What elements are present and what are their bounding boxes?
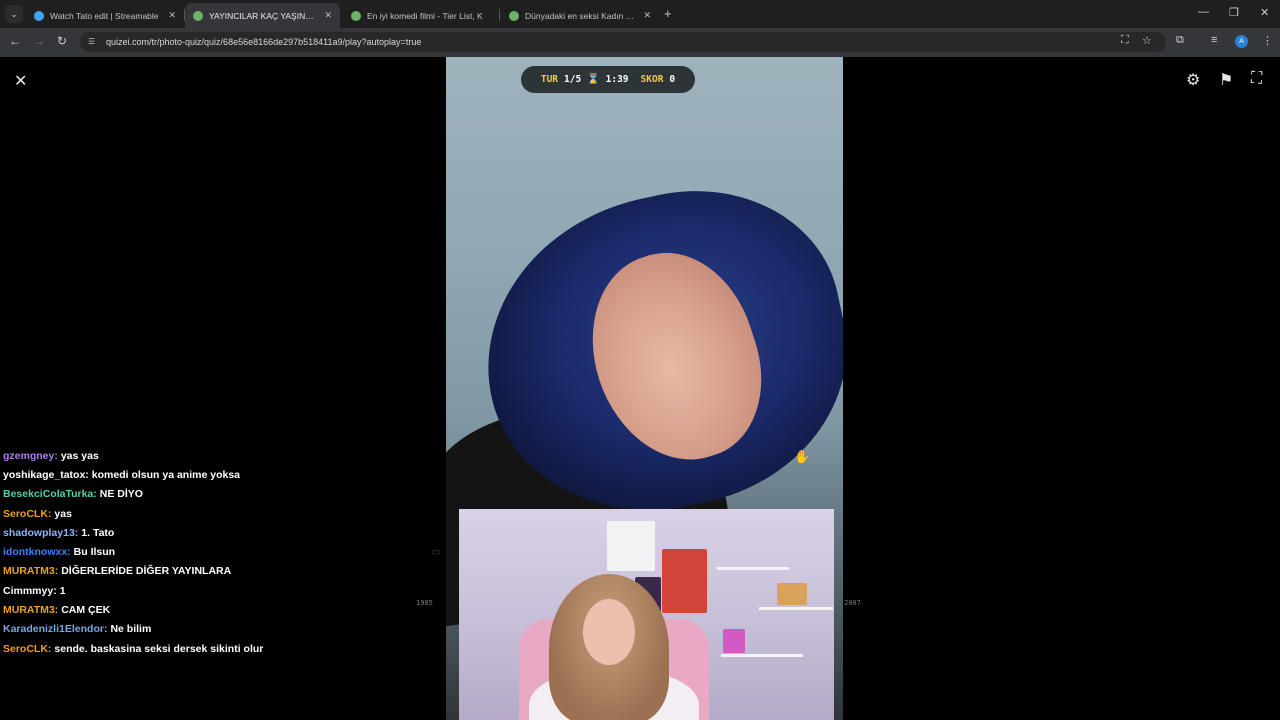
tab-divider [499,9,500,21]
tab-title: Dünyadaki en seksi Kadın kim - [525,10,638,21]
site-info-icon[interactable]: ☰ [88,37,98,47]
new-tab-button[interactable]: + [664,6,672,21]
wall-poster [607,521,655,571]
tab-search-button[interactable]: ⌄ [5,5,23,23]
chat-message: BesekciColaTurka: NE DİYO [3,485,303,504]
round-value: 1/5 [564,74,582,85]
shelf-figure [723,629,745,653]
score-label: SKOR [640,74,664,85]
chat-text: CAM ÇEK [61,604,111,617]
chat-message: idontknowxx: Bu Ilsun [3,543,303,562]
back-button[interactable]: ← [9,34,21,48]
profile-avatar[interactable]: A [1235,35,1248,48]
chat-username: Cimmmyy: [3,584,57,597]
tab-world[interactable]: Dünyadaki en seksi Kadın kim - ✕ [501,3,659,28]
close-quiz-icon[interactable]: ✕ [14,71,27,91]
chat-username: Karadenizli1Elendor: [3,623,108,636]
url-text: quizei.com/tr/photo-quiz/quiz/68e56e8166… [106,37,422,47]
chat-text: 1 [59,584,66,597]
chat-text: yas [54,507,72,520]
person-face [583,599,635,665]
chat-message: Karadenizli1Elendor: Ne bilim [3,620,303,639]
media-control-icon[interactable]: ≡ [1211,34,1217,46]
round-label: TUR [540,74,559,85]
tab-comedy[interactable]: En iyi komedi filmi - Tier List, K [343,3,498,28]
minimize-button[interactable]: — [1198,6,1209,18]
year-slider-max: 2007 [844,599,861,607]
close-icon[interactable]: ✕ [168,10,176,21]
chat-message: gzemgney: yas yas [3,452,303,466]
chat-message: MURATM3: DİĞERLERİDE DİĞER YAYINLARA [3,562,303,581]
chat-username: BesekciColaTurka: [3,488,97,501]
forward-button[interactable]: → [33,34,45,48]
quiz-status-bar: TUR 1/5 ⌛ 1:39 SKOR 0 [521,66,695,93]
calendar-icon: ▭ [431,547,441,558]
wall-poster [662,549,707,613]
chat-text: komedi olsun ya anime yoksa [91,469,241,481]
close-icon[interactable]: ✕ [324,10,332,21]
streamable-favicon-icon [34,10,44,21]
wall-shelf [721,654,803,657]
hourglass-icon: ⌛ [587,74,600,85]
quizei-favicon-icon [193,10,203,21]
tab-title: En iyi komedi filmi - Tier List, K [367,10,483,21]
chat-message: SeroCLK: yas [3,505,303,524]
extensions-icon[interactable]: ⧉ [1176,34,1184,47]
chat-message: Cimmmyy: 1 [3,582,303,601]
chat-username: shadowplay13: [3,526,79,539]
chat-overlay: gzemgney: yas yas yoshikage_tatox: komedi o… [3,452,303,659]
wall-shelf [717,567,789,570]
chat-text: NE DİYO [99,488,143,501]
chevron-down-icon: ⌄ [10,8,18,19]
reload-button[interactable]: ↻ [57,34,67,48]
wall-shelf [759,607,833,610]
chat-username: SeroCLK: [3,507,52,520]
chat-username: yoshikage_tatox: [3,469,89,481]
chat-text: 1. Tato [81,526,115,539]
tab-title: Watch Tato edit | Streamable [50,10,159,21]
chat-username: gzemgney: [3,452,58,462]
translate-icon[interactable]: ⛶ [1121,34,1129,47]
window-close-button[interactable]: ✕ [1260,6,1269,19]
quizei-favicon-icon [509,10,519,21]
chat-message: SeroCLK: sende. baskasina seksi dersek si… [3,640,303,659]
bookmark-star-icon[interactable]: ☆ [1142,34,1152,47]
chat-username: idontknowxx: [3,546,71,559]
tab-quiz[interactable]: YAYINCILAR KAÇ YAŞINDA ? - Q ✕ [185,3,340,28]
chat-username: SeroCLK: [3,642,52,655]
chat-message: shadowplay13: 1. Tato [3,524,303,543]
chat-username: MURATM3: [3,604,59,617]
chat-text: Ne bilim [110,623,152,636]
report-flag-icon[interactable]: ⚑ [1219,70,1233,90]
tab-title: YAYINCILAR KAÇ YAŞINDA ? - Q [209,10,318,21]
tab-streamable[interactable]: Watch Tato edit | Streamable ✕ [26,3,184,28]
chat-text: DİĞERLERİDE DİĞER YAYINLARA [61,565,232,578]
streamer-webcam [459,509,834,720]
hand-cursor-icon: ✋ [794,449,811,464]
restore-button[interactable]: ❐ [1229,6,1239,19]
address-bar[interactable]: ☰ quizei.com/tr/photo-quiz/quiz/68e56e81… [80,32,1166,52]
fullscreen-icon[interactable]: ⛶ [1251,70,1262,88]
chat-message: MURATM3: CAM ÇEK [3,601,303,620]
shelf-figure [777,583,807,605]
timer-value: 1:39 [605,74,629,85]
close-icon[interactable]: ✕ [643,10,651,21]
browser-menu-icon[interactable]: ⋮ [1262,34,1273,47]
quizei-favicon-icon [351,10,361,21]
chat-text: sende. baskasina seksi dersek sikinti ol… [54,642,264,655]
chat-username: MURATM3: [3,565,59,578]
score-value: 0 [669,74,676,85]
chat-message: yoshikage_tatox: komedi olsun ya anime yo… [3,466,303,485]
year-slider-min: 1985 [416,599,433,607]
chat-text: yas yas [60,452,99,462]
settings-gear-icon[interactable]: ⚙ [1186,70,1200,90]
chat-text: Bu Ilsun [73,546,116,559]
